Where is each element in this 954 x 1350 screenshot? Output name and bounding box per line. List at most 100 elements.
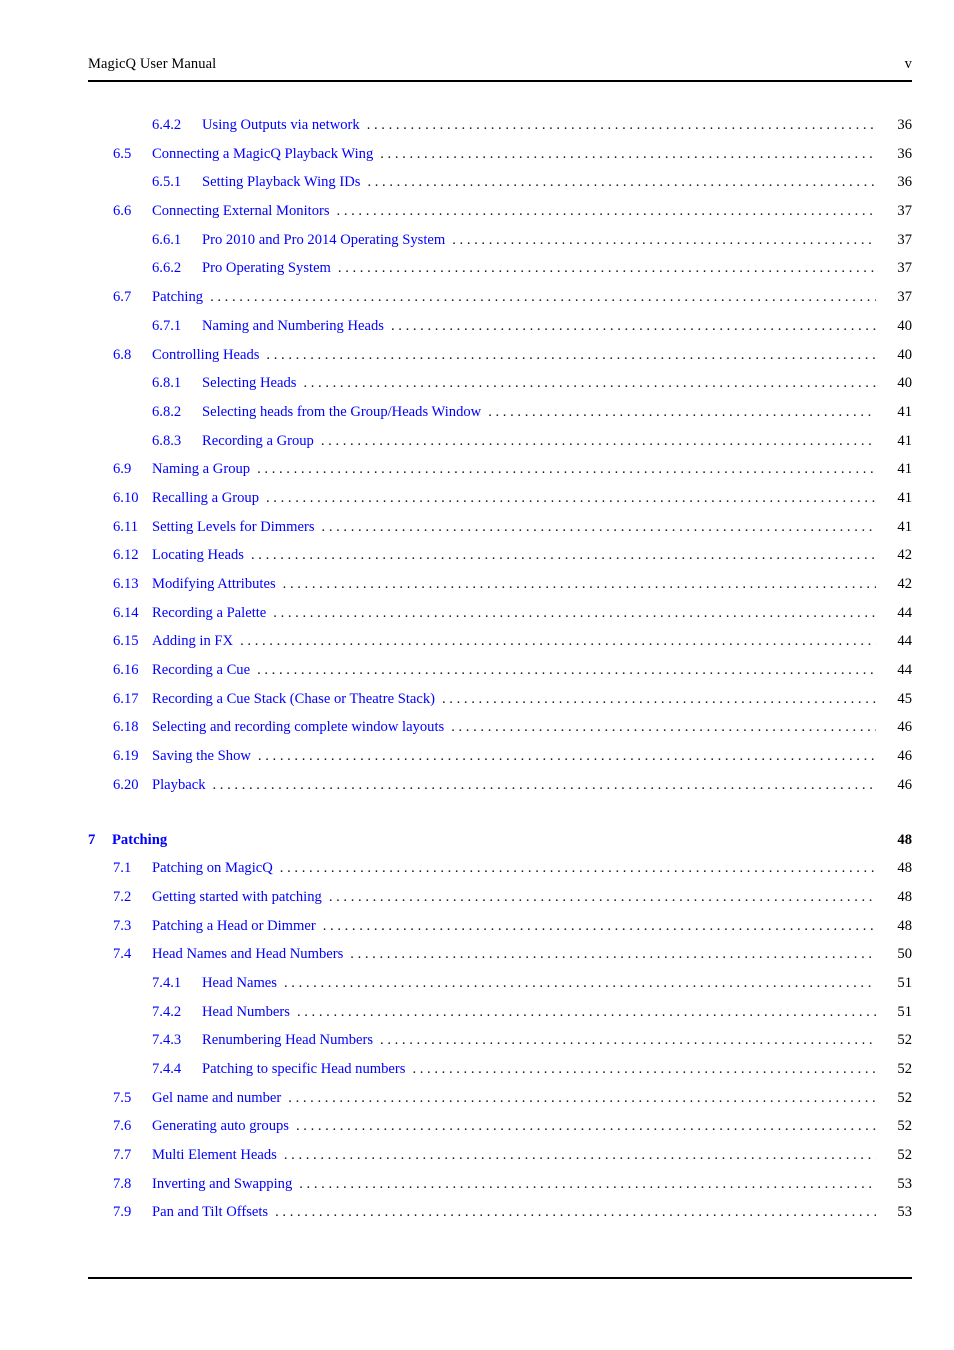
toc-entry-title[interactable]: Patching (152, 290, 208, 305)
toc-entry-7-9[interactable]: 7.9 Pan and Tilt Offsets 53 (88, 1205, 912, 1234)
toc-entry-6-6-1[interactable]: 6.6.1 Pro 2010 and Pro 2014 Operating Sys… (88, 233, 912, 262)
toc-entry-6-8-2[interactable]: 6.8.2 Selecting heads from the Group/Head… (88, 405, 912, 434)
toc-entry-6-7[interactable]: 6.7 Patching 37 (88, 290, 912, 319)
toc-entry-7-4-3[interactable]: 7.4.3 Renumbering Head Numbers 52 (88, 1033, 912, 1062)
toc-entry-6-16[interactable]: 6.16 Recording a Cue 44 (88, 663, 912, 692)
toc-entry-title[interactable]: Pro Operating System (202, 261, 336, 276)
toc-entry-title[interactable]: Getting started with patching (152, 890, 327, 905)
toc-entry-page-number[interactable]: 41 (878, 491, 912, 506)
toc-entry-6-6[interactable]: 6.6 Connecting External Monitors 37 (88, 204, 912, 233)
toc-entry-page-number[interactable]: 36 (878, 147, 912, 162)
toc-entry-title[interactable]: Head Names (202, 976, 282, 991)
toc-entry-title[interactable]: Recording a Cue (152, 663, 255, 678)
toc-entry-6-7-1[interactable]: 6.7.1 Naming and Numbering Heads 40 (88, 319, 912, 348)
toc-entry-6-8-3[interactable]: 6.8.3 Recording a Group 41 (88, 433, 912, 463)
toc-entry-page-number[interactable]: 53 (878, 1177, 912, 1192)
toc-entry-title[interactable]: Patching to specific Head numbers (202, 1062, 410, 1077)
toc-entry-6-10[interactable]: 6.10 Recalling a Group 41 (88, 491, 912, 520)
toc-entry-6-20[interactable]: 6.20 Playback 46 (88, 778, 912, 807)
toc-entry-page-number[interactable]: 46 (878, 749, 912, 764)
toc-entry-6-13[interactable]: 6.13 Modifying Attributes 42 (88, 577, 912, 606)
toc-entry-6-11[interactable]: 6.11 Setting Levels for Dimmers 41 (88, 520, 912, 549)
toc-entry-title[interactable]: Inverting and Swapping (152, 1177, 297, 1192)
toc-entry-page-number[interactable]: 53 (878, 1205, 912, 1220)
toc-entry-page-number[interactable]: 41 (878, 520, 912, 535)
toc-entry-page-number[interactable]: 36 (878, 175, 912, 190)
toc-entry-page-number[interactable]: 40 (878, 347, 912, 363)
toc-entry-title[interactable]: Renumbering Head Numbers (202, 1033, 378, 1048)
toc-entry-7-1[interactable]: 7.1 Patching on MagicQ 48 (88, 861, 912, 890)
toc-entry-6-8[interactable]: 6.8 Controlling Heads 40 (88, 347, 912, 377)
toc-entry-page-number[interactable]: 52 (878, 1119, 912, 1134)
toc-entry-page-number[interactable]: 36 (878, 118, 912, 133)
toc-entry-title[interactable]: Adding in FX (152, 634, 238, 649)
toc-entry-title[interactable]: Connecting a MagicQ Playback Wing (152, 147, 378, 162)
toc-entry-title[interactable]: Selecting Heads (202, 376, 301, 391)
toc-entry-7-6[interactable]: 7.6 Generating auto groups 52 (88, 1119, 912, 1148)
toc-entry-page-number[interactable]: 41 (878, 405, 912, 420)
toc-entry-title[interactable]: Recording a Palette (152, 606, 271, 621)
toc-entry-title[interactable]: Multi Element Heads (152, 1148, 282, 1163)
toc-entry-title[interactable]: Playback (152, 778, 211, 793)
toc-entry-title[interactable]: Setting Playback Wing IDs (202, 175, 365, 190)
toc-entry-title[interactable]: Patching a Head or Dimmer (152, 918, 321, 934)
toc-entry-page-number[interactable]: 42 (878, 548, 912, 563)
toc-entry-title[interactable]: Using Outputs via network (202, 118, 365, 133)
toc-entry-title[interactable]: Selecting heads from the Group/Heads Win… (202, 405, 486, 420)
toc-entry-page-number[interactable]: 48 (878, 918, 912, 934)
toc-entry-title[interactable]: Naming and Numbering Heads (202, 319, 389, 334)
toc-entry-page-number[interactable]: 51 (878, 1005, 912, 1020)
toc-entry-6-17[interactable]: 6.17 Recording a Cue Stack (Chase or Thea… (88, 692, 912, 721)
toc-entry-page-number[interactable]: 52 (878, 1062, 912, 1077)
toc-entry-page-number[interactable]: 44 (878, 663, 912, 678)
toc-entry-7-8[interactable]: 7.8 Inverting and Swapping 53 (88, 1177, 912, 1206)
toc-entry-title[interactable]: Recalling a Group (152, 491, 264, 506)
toc-entry-page-number[interactable]: 40 (878, 376, 912, 391)
toc-entry-title[interactable]: Gel name and number (152, 1091, 286, 1106)
toc-entry-6-9[interactable]: 6.9 Naming a Group 41 (88, 462, 912, 491)
toc-entry-page-number[interactable]: 48 (878, 890, 912, 905)
toc-entry-page-number[interactable]: 37 (878, 233, 912, 248)
toc-entry-page-number[interactable]: 46 (878, 720, 912, 735)
toc-entry-page-number[interactable]: 37 (878, 261, 912, 276)
toc-entry-page-number[interactable]: 41 (878, 433, 912, 449)
toc-entry-page-number[interactable]: 50 (878, 947, 912, 962)
toc-entry-7-3[interactable]: 7.3 Patching a Head or Dimmer 48 (88, 918, 912, 948)
toc-entry-title[interactable]: Head Numbers (202, 1005, 295, 1020)
toc-entry-title[interactable]: Controlling Heads (152, 347, 264, 363)
toc-entry-page-number[interactable]: 52 (878, 1148, 912, 1163)
toc-entry-6-8-1[interactable]: 6.8.1 Selecting Heads 40 (88, 376, 912, 405)
toc-entry-title[interactable]: Recording a Cue Stack (Chase or Theatre … (152, 692, 440, 707)
toc-entry-page-number[interactable]: 42 (878, 577, 912, 592)
toc-entry-7[interactable]: 7 Patching 48 (88, 832, 912, 862)
toc-entry-6-14[interactable]: 6.14 Recording a Palette 44 (88, 606, 912, 635)
toc-entry-page-number[interactable]: 44 (878, 634, 912, 649)
toc-entry-page-number[interactable]: 44 (878, 606, 912, 621)
toc-entry-title[interactable]: Modifying Attributes (152, 577, 281, 592)
toc-entry-title[interactable]: Pro 2010 and Pro 2014 Operating System (202, 233, 450, 248)
toc-entry-title[interactable]: Patching (112, 832, 172, 848)
toc-entry-title[interactable]: Locating Heads (152, 548, 249, 563)
toc-entry-title[interactable]: Selecting and recording complete window … (152, 720, 449, 735)
toc-entry-title[interactable]: Generating auto groups (152, 1119, 294, 1134)
toc-entry-6-12[interactable]: 6.12 Locating Heads 42 (88, 548, 912, 577)
toc-entry-page-number[interactable]: 37 (878, 204, 912, 219)
toc-entry-page-number[interactable]: 48 (878, 861, 912, 876)
toc-entry-title[interactable]: Saving the Show (152, 749, 256, 764)
toc-entry-7-4[interactable]: 7.4 Head Names and Head Numbers 50 (88, 947, 912, 976)
toc-entry-page-number[interactable]: 52 (878, 1033, 912, 1048)
toc-entry-title[interactable]: Patching on MagicQ (152, 861, 278, 876)
toc-entry-page-number[interactable]: 48 (878, 832, 912, 848)
toc-entry-page-number[interactable]: 40 (878, 319, 912, 334)
toc-entry-6-5[interactable]: 6.5 Connecting a MagicQ Playback Wing 36 (88, 147, 912, 176)
toc-entry-6-18[interactable]: 6.18 Selecting and recording complete win… (88, 720, 912, 749)
toc-entry-6-6-2[interactable]: 6.6.2 Pro Operating System 37 (88, 261, 912, 290)
toc-entry-title[interactable]: Recording a Group (202, 433, 319, 449)
toc-entry-6-5-1[interactable]: 6.5.1 Setting Playback Wing IDs 36 (88, 175, 912, 204)
toc-entry-page-number[interactable]: 37 (878, 290, 912, 305)
toc-entry-page-number[interactable]: 45 (878, 692, 912, 707)
toc-entry-7-4-1[interactable]: 7.4.1 Head Names 51 (88, 976, 912, 1005)
toc-entry-7-4-4[interactable]: 7.4.4 Patching to specific Head numbers 52 (88, 1062, 912, 1091)
toc-entry-6-4-2[interactable]: 6.4.2 Using Outputs via network 36 (88, 118, 912, 147)
toc-entry-title[interactable]: Naming a Group (152, 462, 255, 477)
